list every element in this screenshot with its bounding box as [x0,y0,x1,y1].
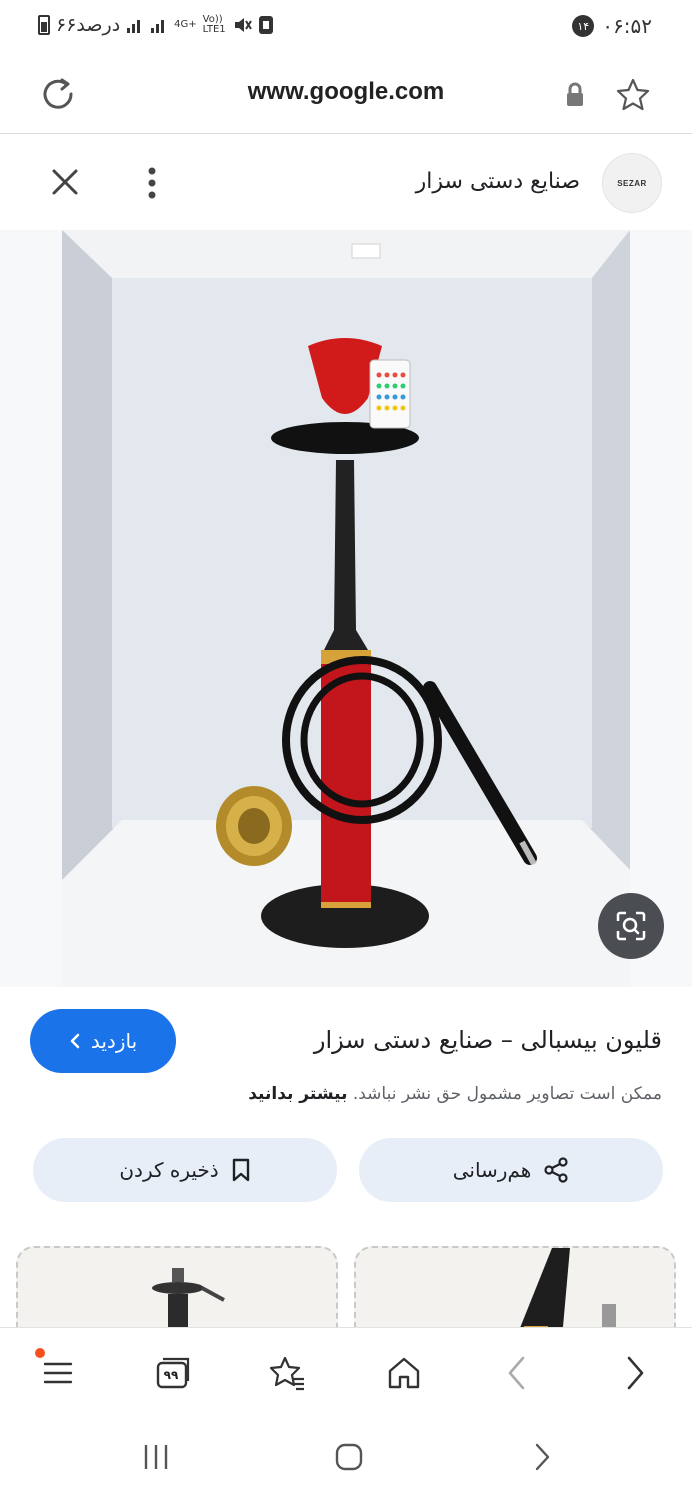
status-left: ۶۶درصد 4G+ Vo)) LTE1 [38,14,274,36]
battery-text: ۶۶درصد [56,14,121,36]
back-button[interactable] [494,1350,540,1396]
recent-apps-button[interactable] [136,1437,176,1477]
network-label: 4G+ [174,19,197,30]
bookmarks-star-icon [269,1356,304,1391]
related-image-1[interactable] [16,1246,338,1336]
source-name[interactable]: صنایع دستی سزار [416,169,580,194]
signal-icon-2 [151,20,165,33]
tabs-count: ۹۹ [163,1368,179,1382]
chevron-left-icon [508,1356,525,1390]
save-label: ذخیره کردن [119,1158,219,1182]
system-back-icon [535,1443,550,1471]
image-panel [0,230,692,987]
forward-button[interactable] [612,1350,658,1396]
address-bar: www.google.com [0,56,692,134]
visit-button[interactable]: بازدید [30,1009,176,1073]
share-label: هم‌رسانی [452,1158,532,1182]
share-button[interactable]: هم‌رسانی [359,1138,663,1202]
bookmarks-button[interactable] [264,1350,310,1396]
source-logo[interactable]: SEZAR [602,153,662,213]
bookmark-star-icon[interactable] [614,76,652,114]
result-title-row: بازدید قلیون بیسبالی – صنایع دستی سزار [0,1006,692,1076]
close-icon[interactable] [48,165,82,199]
notification-count: ۱۴ [572,15,595,37]
menu-notification-dot [35,1348,45,1358]
share-icon [544,1157,568,1183]
hamburger-menu-icon [43,1362,73,1384]
system-back-button[interactable] [522,1437,562,1477]
browser-bottom-nav: ۹۹ [0,1327,692,1417]
visit-label: بازدید [90,1029,138,1053]
lens-search-button[interactable] [598,893,664,959]
home-icon [388,1357,420,1389]
menu-button[interactable] [35,1348,81,1396]
related-image-1-graphic [152,1268,225,1336]
copyright-text: ممکن است تصاویر مشمول حق نشر نباشد. [352,1084,662,1104]
signal-icon [127,20,141,33]
app-notification-icon [258,16,273,34]
status-bar: ۶۶درصد 4G+ Vo)) LTE1 ۱۴ ۰۶:۵۲ [0,0,692,56]
system-home-icon [335,1443,363,1471]
lock-icon[interactable] [564,82,586,108]
battery-icon [38,15,50,35]
tabs-button[interactable]: ۹۹ [150,1350,196,1396]
volte-indicator: Vo)) LTE1 [203,15,226,35]
home-button[interactable] [381,1350,427,1396]
related-image-2[interactable] [354,1246,676,1336]
system-nav-bar [0,1417,692,1500]
page-title: قلیون بیسبالی – صنایع دستی سزار [313,1026,662,1054]
bookmark-icon [232,1158,249,1182]
url-text[interactable]: www.google.com [0,78,692,106]
recent-apps-icon [144,1445,168,1469]
save-button[interactable]: ذخیره کردن [33,1138,337,1202]
chevron-left-icon [70,1033,80,1049]
source-logo-text: SEZAR [617,178,647,188]
mute-icon [234,18,252,32]
lens-icon [616,911,646,941]
more-options-icon[interactable] [140,165,164,201]
copyright-notice: ممکن است تصاویر مشمول حق نشر نباشد. بیشت… [248,1084,662,1104]
product-image[interactable] [62,230,630,987]
chevron-right-icon [627,1356,644,1390]
source-header: صنایع دستی سزار SEZAR [0,135,692,230]
hookah-illustration [62,230,630,987]
lte-label: LTE1 [202,24,226,35]
learn-more-link[interactable]: بیشتر بدانید [248,1084,347,1104]
clock: ۰۶:۵۲ [602,14,652,38]
status-right: ۱۴ ۰۶:۵۲ [572,14,652,38]
system-home-button[interactable] [329,1437,369,1477]
related-image-2-graphic [516,1248,616,1336]
